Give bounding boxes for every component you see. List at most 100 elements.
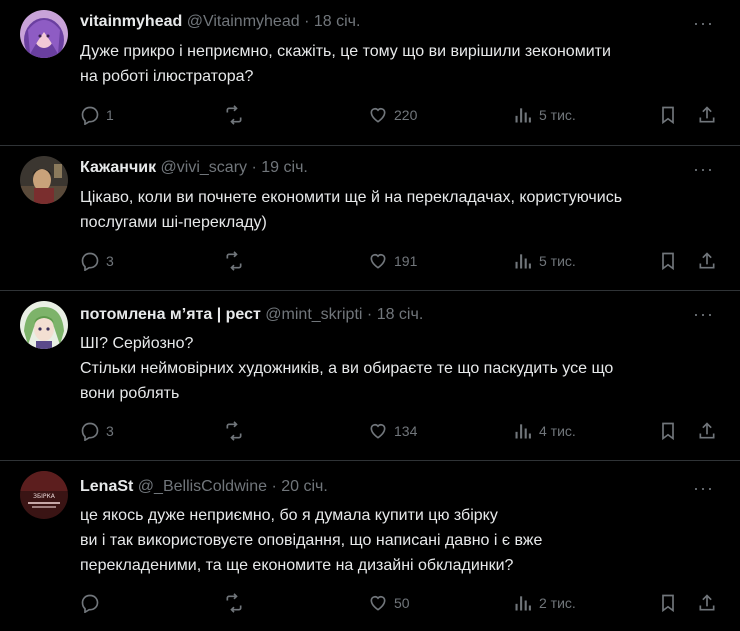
- reply-count: 1: [106, 107, 114, 123]
- tweet-text: Цікаво, коли ви почнете економити ще й н…: [80, 185, 710, 235]
- avatar-text: ЗБІРКА: [33, 493, 56, 500]
- views-button[interactable]: 5 тис.: [513, 250, 576, 272]
- views-icon: [513, 105, 533, 125]
- separator-dot: ·: [304, 13, 310, 30]
- retweet-button[interactable]: [223, 104, 245, 126]
- reply-tweet[interactable]: ЗБІРКА LenaSt @_BellisColdwine · 20 січ.…: [0, 461, 740, 631]
- bookmark-button[interactable]: [658, 592, 678, 614]
- tweet-header: Кажанчик @vivi_scary · 19 січ.: [80, 158, 308, 178]
- share-button[interactable]: [697, 420, 717, 442]
- tweet-text-line: ШІ? Серйозно?: [80, 335, 194, 352]
- views-icon: [513, 251, 533, 271]
- user-handle[interactable]: @mint_skripti: [265, 306, 362, 323]
- bookmark-icon: [658, 593, 678, 613]
- views-icon: [513, 593, 533, 613]
- retweet-icon: [223, 421, 245, 441]
- share-icon: [697, 251, 717, 271]
- action-bar: 3 134 4 тис.: [80, 420, 720, 442]
- tweet-header: LenaSt @_BellisColdwine · 20 січ.: [80, 477, 328, 497]
- view-count: 5 тис.: [539, 253, 576, 269]
- tweet-text-line: ви і так використовуєте оповідання, що н…: [80, 532, 543, 549]
- bookmark-icon: [658, 251, 678, 271]
- like-icon: [368, 421, 388, 441]
- tweet-text: це якось дуже неприємно, бо я думала куп…: [80, 503, 710, 578]
- tweet-text-line: Цікаво, коли ви почнете економити ще й н…: [80, 189, 623, 206]
- tweet-text-line: перекладеними, та ще економите на дизайн…: [80, 557, 514, 574]
- reply-icon: [80, 105, 100, 125]
- reply-tweet[interactable]: vitainmyhead @Vitainmyhead · 18 січ. ···…: [0, 0, 740, 146]
- avatar[interactable]: [20, 156, 68, 204]
- tweet-header: потомлена м’ята | рест @mint_skripti · 1…: [80, 305, 423, 325]
- reply-icon: [80, 421, 100, 441]
- action-bar: 1 220 5 тис.: [80, 104, 720, 126]
- tweet-text: Дуже прикро і неприємно, скажіть, це том…: [80, 39, 710, 89]
- retweet-button[interactable]: [223, 250, 245, 272]
- separator-dot: ·: [366, 306, 373, 323]
- retweet-button[interactable]: [223, 420, 245, 442]
- display-name[interactable]: Кажанчик: [80, 159, 156, 176]
- more-icon[interactable]: ···: [693, 479, 714, 497]
- like-icon: [368, 251, 388, 271]
- display-name[interactable]: потомлена м’ята | рест: [80, 306, 261, 323]
- views-button[interactable]: 5 тис.: [513, 104, 576, 126]
- more-icon[interactable]: ···: [693, 160, 714, 178]
- retweet-icon: [223, 105, 245, 125]
- bookmark-button[interactable]: [658, 104, 678, 126]
- like-count: 50: [394, 595, 410, 611]
- views-button[interactable]: 2 тис.: [513, 592, 576, 614]
- like-count: 134: [394, 423, 418, 439]
- retweet-icon: [223, 593, 245, 613]
- retweet-button[interactable]: [223, 592, 245, 614]
- user-handle[interactable]: @vivi_scary: [161, 159, 247, 176]
- tweet-header: vitainmyhead @Vitainmyhead · 18 січ.: [80, 12, 360, 32]
- views-button[interactable]: 4 тис.: [513, 420, 576, 442]
- reply-tweet[interactable]: Кажанчик @vivi_scary · 19 січ. ··· Цікав…: [0, 146, 740, 291]
- view-count: 2 тис.: [539, 595, 576, 611]
- share-button[interactable]: [697, 104, 717, 126]
- bookmark-button[interactable]: [658, 250, 678, 272]
- action-bar: 50 2 тис.: [80, 592, 720, 614]
- display-name[interactable]: LenaSt: [80, 478, 133, 495]
- reply-icon: [80, 593, 100, 613]
- bookmark-button[interactable]: [658, 420, 678, 442]
- display-name[interactable]: vitainmyhead: [80, 13, 182, 30]
- timestamp[interactable]: 20 січ.: [281, 478, 328, 495]
- like-button[interactable]: 50: [368, 592, 410, 614]
- reply-icon: [80, 251, 100, 271]
- share-icon: [697, 593, 717, 613]
- share-icon: [697, 105, 717, 125]
- separator-dot: ·: [271, 478, 277, 495]
- reply-count: 3: [106, 253, 114, 269]
- bookmark-icon: [658, 421, 678, 441]
- like-icon: [368, 105, 388, 125]
- avatar[interactable]: ЗБІРКА: [20, 471, 68, 519]
- tweet-text-line: Стільки неймовірних художників, а ви оби…: [80, 360, 614, 377]
- reply-button[interactable]: 3: [80, 250, 114, 272]
- like-button[interactable]: 191: [368, 250, 417, 272]
- reply-button[interactable]: 1: [80, 104, 114, 126]
- reply-tweet[interactable]: потомлена м’ята | рест @mint_skripti · 1…: [0, 291, 740, 461]
- share-icon: [697, 421, 717, 441]
- like-count: 191: [394, 253, 418, 269]
- tweet-text-line: вони роблять: [80, 385, 180, 402]
- tweet-text-line: послугами ші-перекладу): [80, 214, 267, 231]
- share-button[interactable]: [697, 250, 717, 272]
- separator-dot: ·: [251, 159, 257, 176]
- user-handle[interactable]: @_BellisColdwine: [138, 478, 267, 495]
- reply-button[interactable]: [80, 592, 106, 614]
- like-button[interactable]: 220: [368, 104, 417, 126]
- views-icon: [513, 421, 533, 441]
- user-handle[interactable]: @Vitainmyhead: [187, 13, 300, 30]
- more-icon[interactable]: ···: [693, 14, 714, 32]
- share-button[interactable]: [697, 592, 717, 614]
- avatar[interactable]: [20, 10, 68, 58]
- like-icon: [368, 593, 388, 613]
- timestamp[interactable]: 19 січ.: [261, 159, 308, 176]
- avatar[interactable]: [20, 301, 68, 349]
- more-icon[interactable]: ···: [693, 305, 714, 323]
- like-button[interactable]: 134: [368, 420, 417, 442]
- timestamp[interactable]: 18 січ.: [377, 306, 424, 323]
- tweet-text-line: Дуже прикро і неприємно, скажіть, це том…: [80, 43, 611, 60]
- timestamp[interactable]: 18 січ.: [314, 13, 361, 30]
- reply-button[interactable]: 3: [80, 420, 114, 442]
